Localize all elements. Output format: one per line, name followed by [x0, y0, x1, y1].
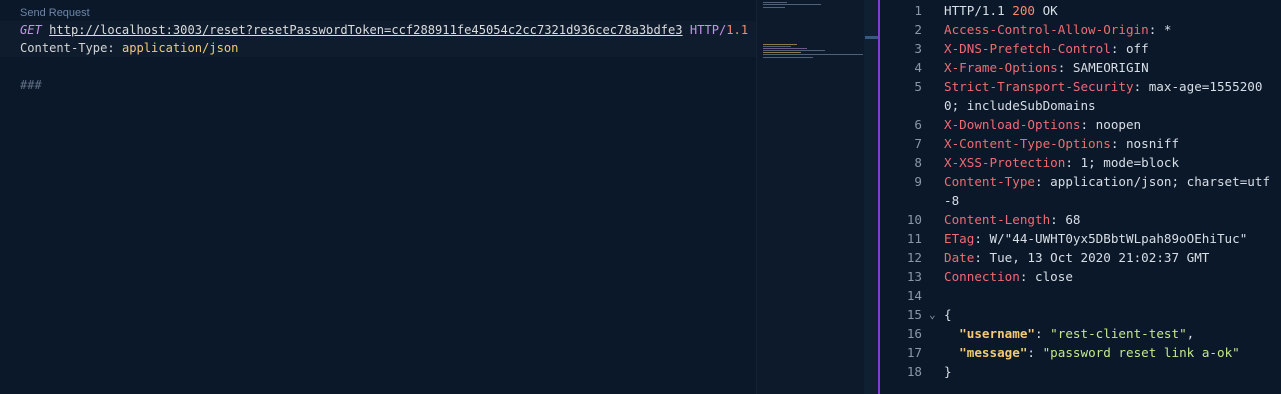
line-number: 2: [914, 22, 922, 37]
http-protocol: HTTP: [689, 23, 719, 37]
minimap[interactable]: [756, 0, 865, 394]
line-number: 5: [914, 79, 922, 94]
header-value: : noopen: [1080, 117, 1142, 132]
json-colon: :: [1035, 326, 1051, 341]
line-number: 18: [906, 364, 922, 379]
json-string: "rest-client-test": [1050, 326, 1187, 341]
minimap-line: [763, 7, 785, 8]
line-number: 9: [914, 174, 922, 189]
header-value: : off: [1110, 41, 1149, 56]
line-number: 3: [914, 41, 922, 56]
line-number: 16: [906, 326, 922, 341]
minimap-line: [763, 52, 801, 53]
line-number: 15: [906, 307, 922, 322]
minimap-line: [763, 50, 825, 51]
json-close-brace: }: [944, 364, 952, 379]
status-code: 200: [1012, 3, 1035, 18]
header-name: Strict-Transport-Security: [944, 79, 1134, 94]
header-value: : 1; mode=block: [1065, 155, 1180, 170]
fold-chevron-icon[interactable]: ⌄: [929, 305, 936, 324]
minimap-line: [763, 4, 821, 5]
header-name: ETag: [944, 231, 975, 246]
header-value: : *: [1148, 22, 1172, 37]
minimap-line: [763, 54, 863, 55]
response-pane[interactable]: 1 HTTP/1.1 200 OK 2 Access-Control-Allow…: [880, 0, 1281, 394]
header-name: Content-Type: [944, 174, 1035, 189]
header-value: : 68: [1050, 212, 1081, 227]
header-value: : nosniff: [1110, 136, 1180, 151]
line-number: 10: [906, 212, 922, 227]
request-line[interactable]: GET http://localhost:3003/reset?resetPas…: [20, 21, 748, 39]
line-number: 17: [906, 345, 922, 360]
request-separator[interactable]: ###: [20, 76, 42, 94]
header-name: X-Content-Type-Options: [944, 136, 1111, 151]
json-comma: ,: [1186, 326, 1195, 341]
header-name: X-Frame-Options: [944, 60, 1058, 75]
minimap-line: [763, 2, 787, 3]
separator-text: ###: [20, 78, 42, 92]
header-value: : SAMEORIGIN: [1057, 60, 1149, 75]
line-number: 11: [906, 231, 922, 246]
request-editor[interactable]: Send Request GET http://localhost:3003/r…: [0, 0, 756, 394]
scrollbar-thumb[interactable]: [865, 36, 878, 39]
line-number: 8: [914, 155, 922, 170]
header-name: Connection: [944, 269, 1020, 284]
minimap-line: [763, 44, 797, 45]
header-value: : close: [1019, 269, 1073, 284]
header-value: application/json: [121, 41, 239, 55]
status-protocol: HTTP/1.1: [944, 3, 1013, 18]
json-key: "username": [959, 326, 1035, 341]
header-name: X-Download-Options: [944, 117, 1081, 132]
status-line: HTTP/1.1 200 OK: [944, 1, 1274, 20]
minimap-line: [763, 57, 813, 58]
minimap-line: [763, 48, 807, 49]
header-name: Access-Control-Allow-Origin: [944, 22, 1149, 37]
header-name: X-XSS-Protection: [944, 155, 1066, 170]
line-number: 12: [906, 250, 922, 265]
header-key: Content-Type: [20, 41, 108, 55]
http-method: GET: [20, 23, 42, 37]
json-colon: :: [1027, 345, 1043, 360]
header-name: Date: [944, 250, 975, 265]
send-request-codelens[interactable]: Send Request: [20, 7, 90, 19]
line-number: 7: [914, 136, 922, 151]
minimap-line: [763, 46, 791, 47]
header-value: : Tue, 13 Oct 2020 21:02:37 GMT: [974, 250, 1210, 265]
line-number: 13: [906, 269, 922, 284]
request-header-line[interactable]: Content-Type: application/json: [20, 39, 238, 57]
header-colon: :: [107, 41, 122, 55]
line-number: 1: [914, 3, 922, 18]
header-name: X-DNS-Prefetch-Control: [944, 41, 1111, 56]
json-string: "password reset link a-ok": [1042, 345, 1240, 360]
json-key: "message": [959, 345, 1028, 360]
http-version: 1.1: [726, 23, 749, 37]
line-number: 14: [906, 288, 922, 303]
line-number: 6: [914, 117, 922, 132]
line-number: 4: [914, 60, 922, 75]
status-text: OK: [1035, 3, 1058, 18]
request-url-link[interactable]: http://localhost:3003/reset?resetPasswor…: [49, 23, 682, 37]
header-name: Content-Length: [944, 212, 1051, 227]
scrollbar-track[interactable]: [864, 0, 878, 394]
header-value: : W/"44-UWHT0yx5DBbtWLpah89oOEhiTuc": [974, 231, 1248, 246]
json-open-brace: {: [944, 307, 952, 322]
